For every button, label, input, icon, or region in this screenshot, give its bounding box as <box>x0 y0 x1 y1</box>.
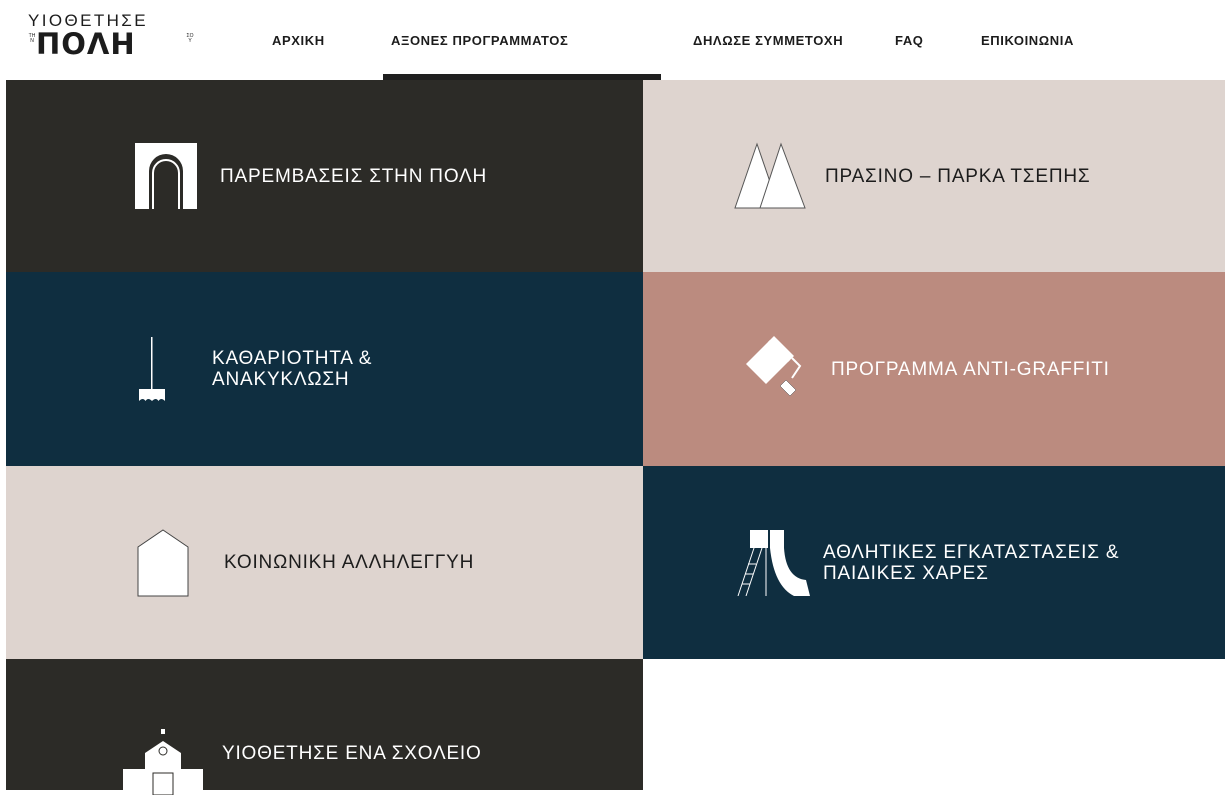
school-icon <box>122 729 204 795</box>
tile-city-interventions[interactable]: ΠΑΡΕΜΒΑΣΕΙΣ ΣΤΗΝ ΠΟΛΗ <box>6 80 643 272</box>
tile-adopt-school[interactable]: ΥΙΟΘΕΤΗΣΕ ΕΝΑ ΣΧΟΛΕΙΟ <box>6 659 643 795</box>
paint-roller-icon <box>739 336 811 402</box>
nav-item-contact[interactable]: ΕΠΙΚΟΙΝΩΝΙΑ <box>965 0 1125 80</box>
nav-item-home[interactable]: ΑΡΧΙΚΗ <box>258 0 383 80</box>
tile-label: ΠΑΡΕΜΒΑΣΕΙΣ ΣΤΗΝ ΠΟΛΗ <box>220 165 488 187</box>
logo-small-left-text: ΤΗΝ <box>28 33 36 44</box>
tile-anti-graffiti[interactable]: ΠΡΟΓΡΑΜΜΑ ANTI-GRAFFITI <box>643 272 1225 466</box>
tile-label: ΚΑΘΑΡΙΟΤΗΤΑ & ΑΝΑΚΥΚΛΩΣΗ <box>212 348 373 390</box>
site-header: ΥΙΟΘΕΤΗΣΕ ΤΗΝ ΠΟΛΗ ΣΟΥ ΑΡΧΙΚΗ ΑΞΟΝΕΣ ΠΡΟ… <box>0 0 1225 80</box>
nav-item-program-axes[interactable]: ΑΞΟΝΕΣ ΠΡΟΓΡΑΜΜΑΤΟΣ <box>383 0 661 80</box>
house-icon <box>136 528 190 597</box>
nav-item-faq[interactable]: FAQ <box>883 0 965 80</box>
nav-item-register[interactable]: ΔΗΛΩΣΕ ΣΥΜΜΕΤΟΧΗ <box>661 0 883 80</box>
logo-main-text: ΠΟΛΗ <box>36 27 136 61</box>
main-nav: ΑΡΧΙΚΗ ΑΞΟΝΕΣ ΠΡΟΓΡΑΜΜΑΤΟΣ ΔΗΛΩΣΕ ΣΥΜΜΕΤ… <box>258 0 1125 80</box>
tile-label: ΠΡΑΣΙΝΟ – ΠΑΡΚΑ ΤΣΕΠΗΣ <box>825 165 1091 187</box>
broom-icon <box>138 337 166 401</box>
site-logo[interactable]: ΥΙΟΘΕΤΗΣΕ ΤΗΝ ΠΟΛΗ ΣΟΥ <box>28 12 198 62</box>
tile-label: ΑΘΛΗΤΙΚΕΣ ΕΓΚΑΤΑΣΤΑΣΕΙΣ & ΠΑΙΔΙΚΕΣ ΧΑΡΕΣ <box>823 541 1120 584</box>
tile-sports-playgrounds[interactable]: ΑΘΛΗΤΙΚΕΣ ΕΓΚΑΤΑΣΤΑΣΕΙΣ & ΠΑΙΔΙΚΕΣ ΧΑΡΕΣ <box>643 466 1225 659</box>
tile-label: ΠΡΟΓΡΑΜΜΑ ANTI-GRAFFITI <box>831 358 1110 380</box>
tile-cleaning-recycling[interactable]: ΚΑΘΑΡΙΟΤΗΤΑ & ΑΝΑΚΥΚΛΩΣΗ <box>6 272 643 466</box>
arch-icon <box>134 143 198 209</box>
tile-label: ΚΟΙΝΩΝΙΚΗ ΑΛΛΗΛΕΓΓΥΗ <box>224 552 475 573</box>
tile-green-parks[interactable]: ΠΡΑΣΙΝΟ – ΠΑΡΚΑ ΤΣΕΠΗΣ <box>643 80 1225 272</box>
tile-social-solidarity[interactable]: ΚΟΙΝΩΝΙΚΗ ΑΛΛΗΛΕΓΓΥΗ <box>6 466 643 659</box>
trees-icon <box>733 142 809 210</box>
program-axes-grid: ΠΑΡΕΜΒΑΣΕΙΣ ΣΤΗΝ ΠΟΛΗ ΠΡΑΣΙΝΟ – ΠΑΡΚΑ ΤΣ… <box>6 80 1225 795</box>
logo-small-right-text: ΣΟΥ <box>186 33 194 44</box>
slide-icon <box>731 529 813 596</box>
tile-label: ΥΙΟΘΕΤΗΣΕ ΕΝΑ ΣΧΟΛΕΙΟ <box>222 743 482 764</box>
